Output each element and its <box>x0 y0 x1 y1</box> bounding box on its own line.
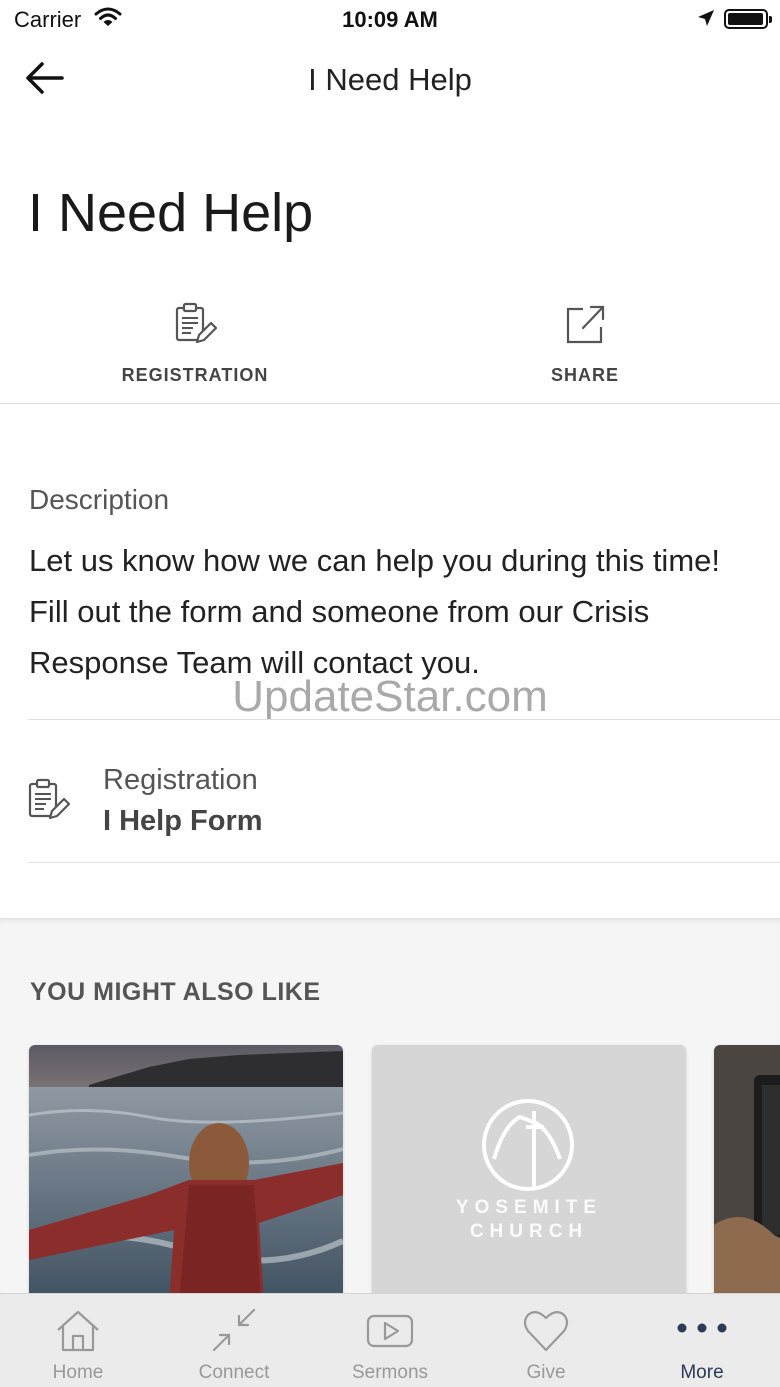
tab-home-label: Home <box>52 1362 104 1383</box>
related-section: YOU MIGHT ALSO LIKE YOSEMITE CHURCH <box>0 918 780 1305</box>
related-card-church[interactable]: YOSEMITE CHURCH <box>372 1045 686 1305</box>
status-time: 10:09 AM <box>342 7 438 32</box>
watermark: UpdateStar.com <box>232 672 548 721</box>
home-icon <box>53 1306 103 1361</box>
related-heading: YOU MIGHT ALSO LIKE <box>30 978 321 1006</box>
tab-more[interactable]: More <box>624 1294 780 1387</box>
location-arrow-icon <box>696 8 716 33</box>
tab-sermons-label: Sermons <box>351 1362 429 1383</box>
registration-kind-label: Registration <box>103 764 258 796</box>
tab-give-label: Give <box>526 1362 566 1383</box>
registration-action-label: REGISTRATION <box>121 365 269 385</box>
description-body: Let us know how we can help you during t… <box>29 543 720 680</box>
nav-title: I Need Help <box>308 62 472 97</box>
related-card-partial[interactable] <box>714 1045 780 1305</box>
clipboard-edit-icon <box>95 300 295 353</box>
action-row: REGISTRATION SHARE <box>0 290 780 404</box>
tab-home[interactable]: Home <box>0 1294 156 1387</box>
navigation-bar: I Need Help <box>0 40 780 120</box>
registration-action-button[interactable]: REGISTRATION <box>95 300 295 386</box>
tab-connect[interactable]: Connect <box>156 1294 312 1387</box>
church-logo-icon <box>482 1099 574 1191</box>
registration-form-name: I Help Form <box>103 805 263 837</box>
tab-more-label: More <box>680 1362 724 1383</box>
share-action-label: SHARE <box>550 365 619 385</box>
more-icon <box>677 1306 727 1361</box>
partial-photo <box>714 1045 780 1305</box>
divider <box>28 862 780 863</box>
registration-form-row[interactable]: Registration I Help Form <box>0 720 780 862</box>
heart-icon <box>521 1306 571 1361</box>
tab-sermons[interactable]: Sermons <box>312 1294 468 1387</box>
related-card-beach[interactable] <box>29 1045 343 1305</box>
clipboard-edit-icon <box>26 778 74 831</box>
share-action-button[interactable]: SHARE <box>485 300 685 386</box>
status-bar: Carrier 10:09 AM <box>0 0 780 40</box>
description-heading: Description <box>29 484 170 515</box>
church-logo-line1: YOSEMITE <box>455 1197 603 1218</box>
battery-icon <box>724 9 772 29</box>
play-icon <box>365 1306 415 1361</box>
share-icon <box>485 300 685 353</box>
connect-icon <box>209 1306 259 1361</box>
tab-bar: Home Connect Sermons Give More <box>0 1293 780 1387</box>
woman-at-beach-photo <box>29 1045 343 1305</box>
church-logo-line2: CHURCH <box>469 1221 589 1242</box>
page-title: I Need Help <box>28 183 314 243</box>
tab-give[interactable]: Give <box>468 1294 624 1387</box>
tab-connect-label: Connect <box>198 1362 270 1383</box>
